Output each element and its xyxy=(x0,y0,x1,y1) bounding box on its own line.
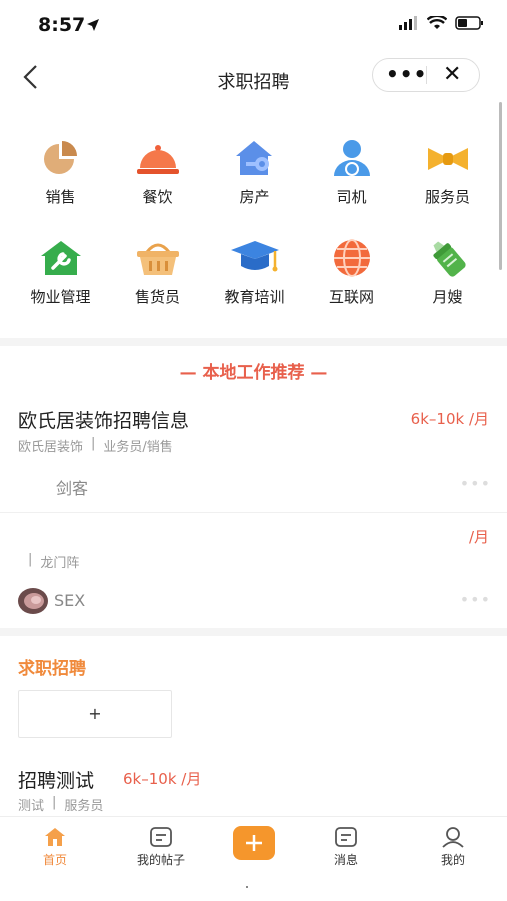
baby-bottle-icon xyxy=(432,241,466,277)
category-label: 销售 xyxy=(45,188,76,206)
job-category: 业务员/销售 xyxy=(103,440,173,455)
tab-home[interactable]: 首页 xyxy=(10,826,100,868)
job-title[interactable]: 欧氏居装饰招聘信息 xyxy=(18,406,189,433)
basket-icon xyxy=(136,243,179,275)
more-options-button[interactable]: ••• xyxy=(460,590,491,609)
section-title-seek: 求职招聘 xyxy=(18,659,86,679)
posts-icon xyxy=(150,827,172,847)
status-icons xyxy=(399,16,485,30)
poster-name[interactable]: SEX xyxy=(54,591,85,610)
battery-icon xyxy=(455,16,483,30)
home-icon xyxy=(45,828,65,846)
section-title-local: — 本地工作推荐 — xyxy=(179,363,328,383)
job-company: 欧氏居装饰 xyxy=(18,440,84,455)
category-salesclerk[interactable]: 售货员 xyxy=(109,238,206,328)
job-salary: 6k–10k /月 xyxy=(410,410,489,428)
tab-label: 我的帖子 xyxy=(136,853,185,867)
job-salary: /月 xyxy=(468,528,489,546)
category-maternity-nurse[interactable]: 月嫂 xyxy=(399,238,496,328)
tab-messages[interactable]: 消息 xyxy=(301,826,391,868)
tab-label: 首页 xyxy=(42,853,67,867)
wifi-icon xyxy=(427,16,447,29)
job-meta: | 龙门阵 xyxy=(28,552,79,571)
category-label: 教育培训 xyxy=(224,288,285,306)
category-label: 餐饮 xyxy=(142,188,173,206)
tab-label: 消息 xyxy=(333,853,358,867)
capsule-divider xyxy=(426,66,427,84)
category-education[interactable]: 教育培训 xyxy=(206,238,303,328)
job-meta: 欧氏居装饰 | 业务员/销售 xyxy=(18,436,173,455)
category-real-estate[interactable]: 房产 xyxy=(206,138,303,228)
category-label: 服务员 xyxy=(424,188,470,206)
tab-my-posts[interactable]: 我的帖子 xyxy=(116,826,206,868)
plus-icon xyxy=(246,835,262,851)
message-icon xyxy=(335,827,357,847)
job-category: 服务员 xyxy=(64,799,104,814)
meta-separator: | xyxy=(91,436,96,451)
signal-icon xyxy=(399,16,417,30)
category-internet[interactable]: 互联网 xyxy=(303,238,400,328)
home-indicator xyxy=(246,886,248,888)
meta-separator: | xyxy=(28,552,33,567)
category-driver[interactable]: 司机 xyxy=(303,138,400,228)
job-meta: 测试 | 服务员 xyxy=(18,795,103,814)
job-title[interactable]: 招聘测试 xyxy=(18,766,94,793)
globe-icon xyxy=(333,239,370,277)
category-label: 物业管理 xyxy=(30,288,91,306)
category-label: 月嫂 xyxy=(432,288,463,306)
job-category: 龙门阵 xyxy=(40,556,80,571)
house-wrench-icon xyxy=(40,241,81,275)
tab-profile[interactable]: 我的 xyxy=(408,826,498,868)
profile-icon xyxy=(442,827,464,848)
category-label: 司机 xyxy=(336,188,367,206)
meta-separator: | xyxy=(52,795,57,810)
pie-chart-icon xyxy=(43,141,77,174)
category-sales[interactable]: 销售 xyxy=(12,138,109,228)
close-button[interactable]: ✕ xyxy=(443,62,461,87)
more-button[interactable]: ••• xyxy=(386,62,427,86)
graduation-cap-icon xyxy=(230,241,279,272)
avatar[interactable] xyxy=(18,588,48,614)
divider xyxy=(0,512,507,513)
tab-label: 我的 xyxy=(440,853,465,867)
job-company: 测试 xyxy=(18,799,45,814)
cloche-icon xyxy=(136,145,179,174)
poster-name[interactable]: 剑客 xyxy=(56,475,88,499)
status-time: 8:57 xyxy=(38,14,86,36)
category-catering[interactable]: 餐饮 xyxy=(109,138,206,228)
bow-tie-icon xyxy=(427,148,468,170)
category-label: 房产 xyxy=(239,188,270,206)
job-salary: 6k–10k /月 xyxy=(123,770,202,788)
driver-icon xyxy=(333,140,370,176)
more-options-button[interactable]: ••• xyxy=(460,474,491,493)
category-label: 售货员 xyxy=(134,288,180,306)
category-property-management[interactable]: 物业管理 xyxy=(12,238,109,328)
location-arrow-icon xyxy=(86,17,100,36)
scrollbar[interactable] xyxy=(499,102,502,270)
category-waiter[interactable]: 服务员 xyxy=(399,138,496,228)
house-key-icon xyxy=(235,141,272,175)
add-button[interactable]: + xyxy=(18,690,172,738)
publish-button[interactable] xyxy=(233,826,275,860)
category-label: 互联网 xyxy=(328,288,374,306)
